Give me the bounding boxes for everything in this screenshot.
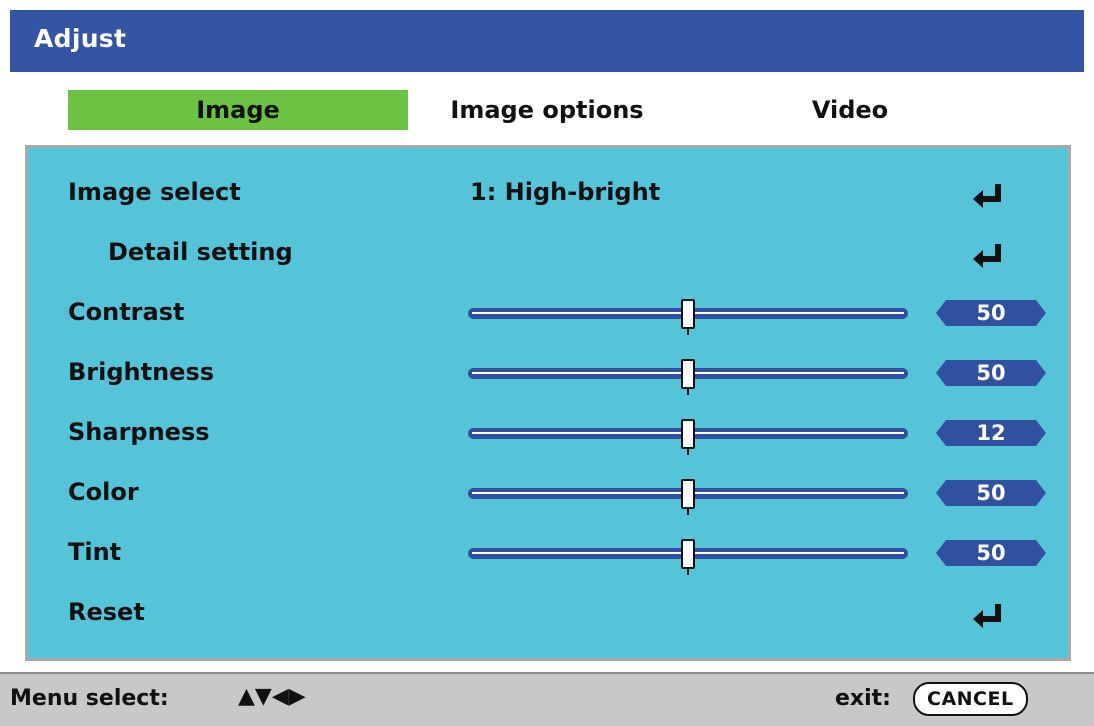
osd-menu: Adjust Image Image options Video Image s… bbox=[0, 0, 1094, 726]
image-select-value: 1: High-bright bbox=[470, 178, 661, 206]
contrast-value-badge: 50 bbox=[936, 300, 1046, 326]
exit-label: exit: bbox=[835, 686, 891, 711]
tab-video[interactable]: Video bbox=[795, 90, 905, 130]
detail-setting-row[interactable]: Detail setting bbox=[28, 222, 1068, 282]
enter-icon[interactable] bbox=[973, 602, 1003, 628]
detail-setting-label: Detail setting bbox=[108, 238, 293, 266]
sharpness-value: 12 bbox=[976, 421, 1006, 445]
color-label: Color bbox=[68, 478, 139, 506]
cancel-button[interactable]: CANCEL bbox=[913, 682, 1028, 716]
image-select-label: Image select bbox=[68, 178, 241, 206]
slider-thumb[interactable] bbox=[681, 479, 695, 509]
title-bar: Adjust bbox=[10, 10, 1084, 72]
enter-icon[interactable] bbox=[973, 242, 1003, 268]
brightness-label: Brightness bbox=[68, 358, 215, 386]
slider-thumb[interactable] bbox=[681, 539, 695, 569]
color-slider[interactable] bbox=[468, 479, 914, 515]
menu-select-label: Menu select: bbox=[10, 686, 169, 711]
brightness-value-badge: 50 bbox=[936, 360, 1046, 386]
contrast-slider[interactable] bbox=[468, 299, 914, 335]
color-value: 50 bbox=[976, 481, 1006, 505]
settings-panel: Image select 1: High-bright Detail setti… bbox=[25, 145, 1071, 661]
tab-image[interactable]: Image bbox=[68, 90, 408, 130]
slider-thumb[interactable] bbox=[681, 359, 695, 389]
image-select-row[interactable]: Image select 1: High-bright bbox=[28, 162, 1068, 222]
footer-bar: Menu select: ▲▼◀▶ exit: CANCEL bbox=[0, 672, 1094, 726]
brightness-row: Brightness 50 bbox=[28, 342, 1068, 402]
color-row: Color 50 bbox=[28, 462, 1068, 522]
sharpness-label: Sharpness bbox=[68, 418, 210, 446]
enter-icon[interactable] bbox=[973, 182, 1003, 208]
brightness-slider[interactable] bbox=[468, 359, 914, 395]
color-value-badge: 50 bbox=[936, 480, 1046, 506]
sharpness-value-badge: 12 bbox=[936, 420, 1046, 446]
sharpness-row: Sharpness 12 bbox=[28, 402, 1068, 462]
tab-bar: Image Image options Video bbox=[10, 72, 1084, 144]
window-title: Adjust bbox=[34, 24, 127, 53]
reset-row[interactable]: Reset bbox=[28, 582, 1068, 642]
slider-thumb[interactable] bbox=[681, 419, 695, 449]
tint-label: Tint bbox=[68, 538, 122, 566]
contrast-label: Contrast bbox=[68, 298, 185, 326]
tint-row: Tint 50 bbox=[28, 522, 1068, 582]
tint-value: 50 bbox=[976, 541, 1006, 565]
tint-slider[interactable] bbox=[468, 539, 914, 575]
contrast-value: 50 bbox=[976, 301, 1006, 325]
contrast-row: Contrast 50 bbox=[28, 282, 1068, 342]
arrow-keys-icon: ▲▼◀▶ bbox=[238, 684, 306, 709]
reset-label: Reset bbox=[68, 598, 145, 626]
brightness-value: 50 bbox=[976, 361, 1006, 385]
tab-image-options[interactable]: Image options bbox=[442, 90, 652, 130]
sharpness-slider[interactable] bbox=[468, 419, 914, 455]
tint-value-badge: 50 bbox=[936, 540, 1046, 566]
slider-thumb[interactable] bbox=[681, 299, 695, 329]
